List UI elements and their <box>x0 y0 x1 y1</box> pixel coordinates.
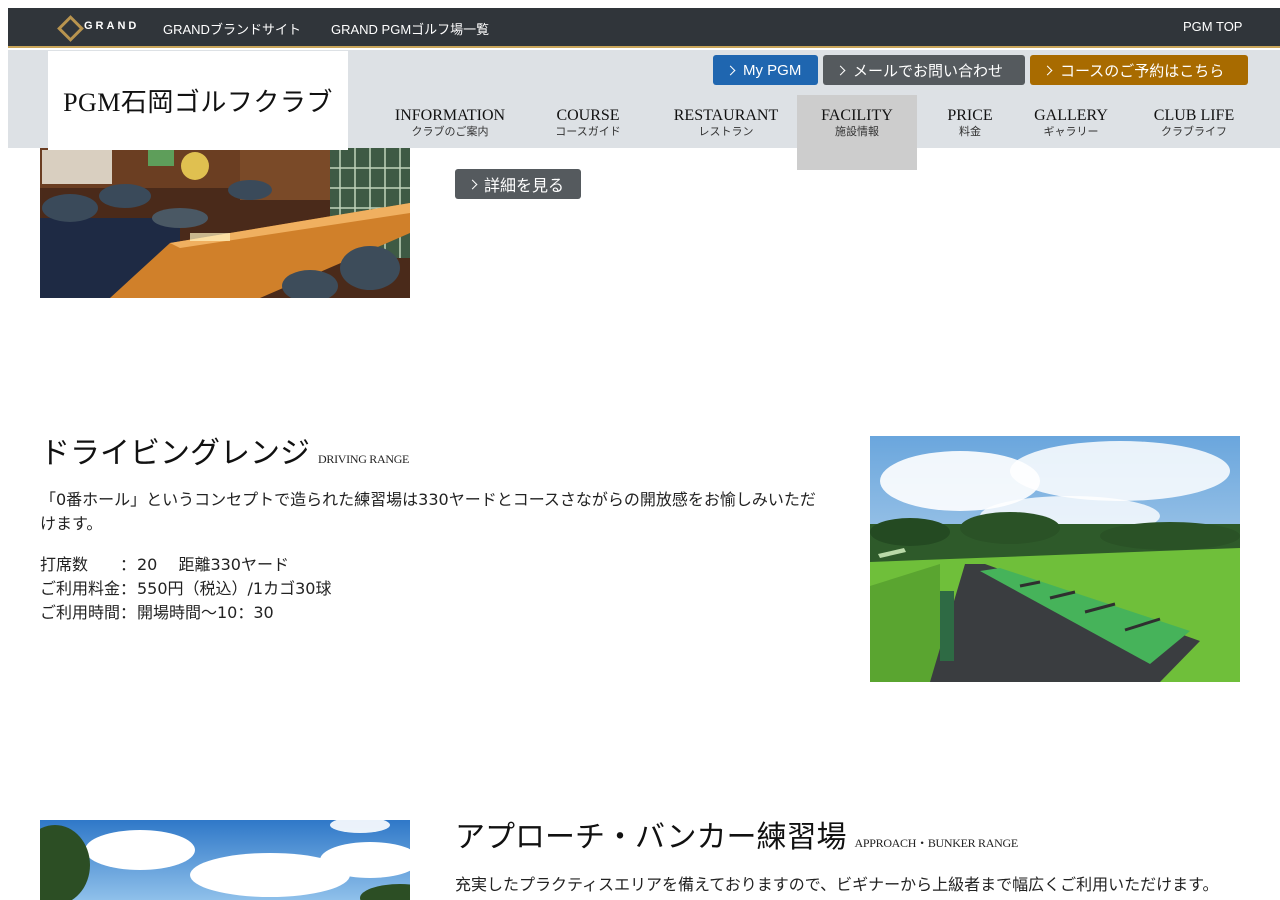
spec-row: 打席数 ： 20 距離330ヤード <box>40 553 331 577</box>
club-name: PGM石岡ゴルフクラブ <box>63 88 333 117</box>
nav-information-en: INFORMATION <box>394 107 506 124</box>
lounge-detail-label: 詳細を見る <box>484 178 565 195</box>
spec-row: ご利用時間： 開場時間～10：30 <box>40 601 331 625</box>
course-reservation-label: コースのご予約はこちら <box>1060 62 1225 80</box>
approach-range-photo <box>40 820 410 900</box>
driving-range-specs: 打席数 ： 20 距離330ヤード ご利用料金： 550円（税込）/1カゴ30球… <box>40 553 331 625</box>
nav-club-life[interactable]: CLUB LIFE クラブライフ <box>1142 95 1246 170</box>
nav-facility-ja: 施設情報 <box>835 125 879 138</box>
pgm-top-link[interactable]: PGM TOP <box>1183 19 1242 34</box>
spec-value: 20 距離330ヤード <box>137 555 289 574</box>
nav-club-life-en: CLUB LIFE <box>1153 107 1235 124</box>
lounge-detail-button[interactable]: 詳細を見る <box>455 169 581 199</box>
nav-course-en: COURSE <box>556 107 620 124</box>
approach-range-title: アプローチ・バンカー練習場 <box>455 820 847 855</box>
nav-facility[interactable]: FACILITY 施設情報 <box>797 95 917 170</box>
nav-restaurant-en: RESTAURANT <box>673 107 779 124</box>
chevron-right-icon <box>467 179 478 189</box>
spec-label: 打席数 ： <box>40 555 137 574</box>
nav-restaurant[interactable]: RESTAURANT レストラン <box>665 95 787 170</box>
chevron-right-icon <box>835 65 846 75</box>
course-reservation-button[interactable]: コースのご予約はこちら <box>1030 55 1248 85</box>
spec-value: 550円（税込）/1カゴ30球 <box>137 579 332 598</box>
nav-course[interactable]: COURSE コースガイド <box>538 95 638 170</box>
nav-gallery-en: GALLERY <box>1034 107 1108 124</box>
grand-pgm-course-list-link[interactable]: GRAND PGMゴルフ場一覧 <box>331 19 489 38</box>
approach-range-title-en: APPROACH・BUNKER RANGE <box>854 836 1019 850</box>
approach-range-heading: アプローチ・バンカー練習場 APPROACH・BUNKER RANGE <box>455 812 1018 856</box>
grand-diamond-icon <box>58 16 78 36</box>
nav-information[interactable]: INFORMATION クラブのご案内 <box>380 95 520 170</box>
nav-price-ja: 料金 <box>959 125 981 138</box>
nav-restaurant-ja: レストラン <box>698 125 754 138</box>
nav-gallery-ja: ギャラリー <box>1043 125 1099 138</box>
grand-brand-site-link[interactable]: GRANDブランドサイト <box>163 19 301 38</box>
driving-range-heading: ドライビングレンジ DRIVING RANGE <box>40 428 409 472</box>
nav-course-ja: コースガイド <box>555 125 621 138</box>
main-nav: INFORMATION クラブのご案内 COURSE コースガイド RESTAU… <box>370 95 1270 170</box>
grand-logo[interactable]: GRAND <box>58 16 139 36</box>
mail-inquiry-label: メールでお問い合わせ <box>853 62 1004 80</box>
my-pgm-button[interactable]: My PGM <box>713 55 818 85</box>
approach-range-description: 充実したプラクティスエリアを備えておりますので、ビギナーから上級者まで幅広くご利… <box>455 875 1219 894</box>
club-brand-box[interactable]: PGM石岡ゴルフクラブ <box>48 51 348 150</box>
top-bar: GRAND GRANDブランドサイト GRAND PGMゴルフ場一覧 PGM T… <box>8 8 1280 48</box>
my-pgm-label: My PGM <box>743 61 802 79</box>
chevron-right-icon <box>1042 65 1053 75</box>
spec-label: ご利用料金： <box>40 579 137 598</box>
nav-price-en: PRICE <box>947 107 993 124</box>
driving-range-title: ドライビングレンジ <box>40 436 310 471</box>
nav-club-life-ja: クラブライフ <box>1161 125 1227 138</box>
chevron-right-icon <box>725 65 736 75</box>
spec-label: ご利用時間： <box>40 603 137 622</box>
spec-row: ご利用料金： 550円（税込）/1カゴ30球 <box>40 577 331 601</box>
driving-range-title-en: DRIVING RANGE <box>318 452 410 466</box>
grand-logo-text: GRAND <box>84 20 140 32</box>
driving-range-description: 「0番ホール」というコンセプトで造られた練習場は330ヤードとコースさながらの開… <box>40 490 816 533</box>
nav-facility-en: FACILITY <box>821 107 893 124</box>
nav-gallery[interactable]: GALLERY ギャラリー <box>1026 95 1116 170</box>
driving-range-photo <box>870 436 1240 682</box>
spec-value: 開場時間～10：30 <box>137 603 274 622</box>
mail-inquiry-button[interactable]: メールでお問い合わせ <box>823 55 1025 85</box>
lounge-photo <box>40 148 410 298</box>
nav-price[interactable]: PRICE 料金 <box>930 95 1010 170</box>
nav-information-ja: クラブのご案内 <box>411 125 489 138</box>
